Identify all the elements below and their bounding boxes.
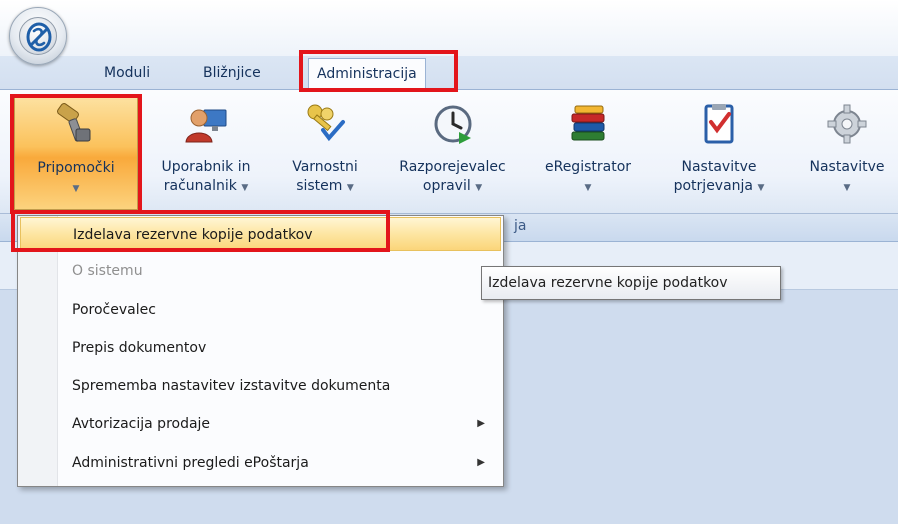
books-stack-icon <box>533 102 643 152</box>
clock-play-icon <box>385 102 520 152</box>
app-logo-icon <box>19 17 57 55</box>
menu-item-label: Izdelava rezervne kopije podatkov <box>73 227 313 243</box>
menu-item-label: Prepis dokumentov <box>72 340 207 356</box>
menu-item-label: Avtorizacija prodaje <box>72 416 211 432</box>
menu-item-administrativni-pregledi[interactable]: Administrativni pregledi ePoštarja ▶ <box>20 446 501 480</box>
ribbon-button-pripomocki[interactable]: Pripomočki ▼ <box>14 94 138 210</box>
ribbon-button-label: Razporejevalec <box>399 159 506 175</box>
checklist-icon <box>659 102 779 152</box>
chevron-down-icon: ▼ <box>757 183 765 193</box>
menu-item-prepis-dokumentov[interactable]: Prepis dokumentov <box>20 331 501 365</box>
ribbon-button-label: Pripomočki <box>37 160 115 176</box>
ribbon-button-nastavitve-potrjevanja[interactable]: Nastavitve potrjevanja ▼ <box>659 94 779 210</box>
menu-item-label: Poročevalec <box>72 302 156 318</box>
ribbon-button-uporabnik-in-racunalnik[interactable]: Uporabnik in računalnik ▼ <box>147 94 265 210</box>
submenu-arrow-icon: ▶ <box>477 418 485 429</box>
menu-item-avtorizacija-prodaje[interactable]: Avtorizacija prodaje ▶ <box>20 407 501 441</box>
wrench-tools-icon <box>15 103 137 153</box>
ribbon-button-label-line2: računalnik <box>163 178 237 194</box>
menu-item-o-sistemu: O sistemu <box>20 254 501 288</box>
tab-moduli[interactable]: Moduli <box>104 58 150 88</box>
chevron-down-icon: ▼ <box>241 183 249 193</box>
ribbon-button-label: Nastavitve <box>809 159 885 175</box>
ribbon-button-label-line2: potrjevanja <box>673 178 754 194</box>
chevron-down-icon: ▼ <box>72 184 80 194</box>
chevron-down-icon: ▼ <box>843 183 851 193</box>
menu-tabs-row: Moduli Bližnjice Administracija <box>0 56 898 90</box>
chevron-down-icon: ▼ <box>346 183 354 193</box>
submenu-arrow-icon: ▶ <box>477 457 485 468</box>
user-computer-icon <box>147 102 265 152</box>
ribbon-button-razporejevalec-opravil[interactable]: Razporejevalec opravil ▼ <box>385 94 520 210</box>
ribbon-button-label: Varnostni <box>292 159 358 175</box>
title-bar <box>0 0 898 56</box>
ribbon-button-label: Uporabnik in <box>161 159 251 175</box>
chevron-down-icon: ▼ <box>584 183 592 193</box>
ribbon-group-label: ja <box>514 218 527 234</box>
ribbon: Pripomočki ▼ Uporabnik in računalnik ▼ V… <box>0 90 898 214</box>
tab-bliznjice[interactable]: Bližnjice <box>203 58 261 88</box>
chevron-down-icon: ▼ <box>475 183 483 193</box>
ribbon-button-varnostni-sistem[interactable]: Varnostni sistem ▼ <box>280 94 370 210</box>
menu-item-label: Administrativni pregledi ePoštarja <box>72 455 309 471</box>
ribbon-button-label-line2: opravil <box>422 178 471 194</box>
ribbon-button-nastavitve[interactable]: Nastavitve ▼ <box>796 94 898 210</box>
gear-icon <box>796 102 898 152</box>
menu-item-label: Sprememba nastavitev izstavitve dokument… <box>72 378 391 394</box>
menu-item-label: O sistemu <box>72 263 143 279</box>
menu-item-sprememba-nastavitev[interactable]: Sprememba nastavitev izstavitve dokument… <box>20 369 501 403</box>
pripomocki-dropdown-menu: Izdelava rezervne kopije podatkov O sist… <box>17 215 504 487</box>
tab-administracija[interactable]: Administracija <box>308 58 426 90</box>
ribbon-button-label: eRegistrator <box>544 159 632 175</box>
menu-item-porocevalec[interactable]: Poročevalec <box>20 293 501 327</box>
ribbon-button-eregistrator[interactable]: eRegistrator ▼ <box>533 94 643 210</box>
application-menu-button[interactable] <box>9 7 67 65</box>
menu-item-izdelava-rezervne-kopije[interactable]: Izdelava rezervne kopije podatkov <box>20 217 501 251</box>
ribbon-button-label-line2: sistem <box>296 178 343 194</box>
keys-checkmark-icon <box>280 102 370 152</box>
ribbon-button-label: Nastavitve <box>681 159 757 175</box>
tooltip: Izdelava rezervne kopije podatkov <box>481 266 781 300</box>
